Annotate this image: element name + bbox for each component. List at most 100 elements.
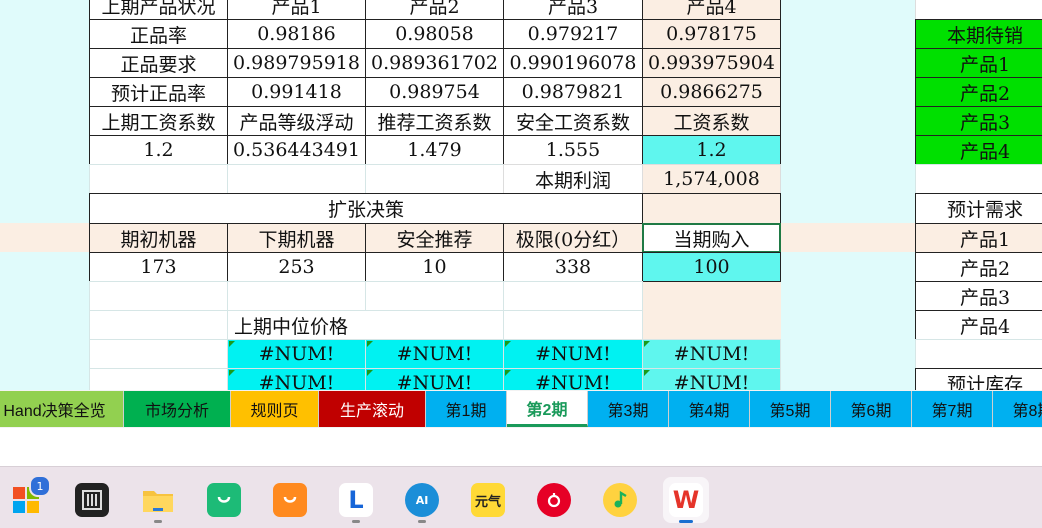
netease-music-button[interactable] [531,477,577,523]
cell-pending-product-2[interactable]: 产品2 [915,77,1042,107]
cell-row4-v2[interactable]: 0.989754 [365,77,504,107]
cell-row4-v4[interactable]: 0.9866275 [642,77,781,107]
game-app-button[interactable] [69,477,115,523]
shopping-bag-button[interactable] [201,477,247,523]
cell-blank[interactable] [227,164,366,194]
taobao-button[interactable] [267,477,313,523]
cell-pending-sales-title[interactable]: 本期待销 [915,19,1042,49]
tab-period-1[interactable]: 第1期 [426,391,507,427]
cell-blank[interactable] [365,281,504,311]
cell-row2-v4[interactable]: 0.978175 [642,19,781,49]
cell-blank[interactable] [89,310,228,340]
cell-num-error[interactable]: #NUM! [642,368,781,390]
tab-period-2[interactable]: 第2期 [507,391,588,427]
cell-row1-p4[interactable]: 产品4 [642,0,781,20]
tab-period-6[interactable]: 第6期 [831,391,912,427]
cell-num-error[interactable]: #NUM! [227,368,366,390]
cell-demand-title[interactable]: 预计需求 [915,193,1042,224]
cell-inventory-title[interactable]: 预计库存 [915,368,1042,390]
cell-next-machines-value[interactable]: 253 [227,252,366,282]
tab-period-7[interactable]: 第7期 [912,391,993,427]
cell-num-error[interactable]: #NUM! [227,339,366,369]
cell-row2-v3[interactable]: 0.979217 [503,19,643,49]
cell-blank[interactable] [227,281,366,311]
tab-hand-overview[interactable]: Hand决策全览 [0,391,124,427]
cell-initial-machines-value[interactable]: 173 [89,252,228,282]
cell-row6-v3[interactable]: 1.555 [503,135,643,165]
cell-initial-machines-label[interactable]: 期初机器 [89,223,228,253]
cell-blank[interactable] [915,339,1042,369]
cell-row3-v4[interactable]: 0.993975904 [642,48,781,78]
edge-ai-button[interactable]: AI [399,477,445,523]
cell-row4-label[interactable]: 预计正品率 [89,77,228,107]
cell-blank[interactable] [89,339,228,369]
cell-profit-label[interactable]: 本期利润 [503,164,643,194]
cell-blank[interactable] [89,281,228,311]
cell-row5-label[interactable]: 上期工资系数 [89,106,228,136]
cell-demand-product-1[interactable]: 产品1 [915,223,1042,253]
file-explorer-button[interactable] [135,477,181,523]
cell-row5-v4[interactable]: 工资系数 [642,106,781,136]
cell-blank[interactable] [365,164,504,194]
tab-period-8[interactable]: 第8期 [993,391,1042,427]
cell-blank[interactable] [915,0,1042,20]
cell-current-purchase-value[interactable]: 100 [642,252,781,282]
tab-period-4[interactable]: 第4期 [669,391,750,427]
cell-safe-recommend-value[interactable]: 10 [365,252,504,282]
cell-next-machines-label[interactable]: 下期机器 [227,223,366,253]
cell-num-error[interactable]: #NUM! [503,368,643,390]
cell-row3-v3[interactable]: 0.990196078 [503,48,643,78]
wps-button[interactable]: W [663,477,709,523]
browser-l-button[interactable]: L [333,477,379,523]
cell-num-error[interactable]: #NUM! [365,368,504,390]
cell-num-error[interactable]: #NUM! [642,339,781,369]
cell-row5-v3[interactable]: 安全工资系数 [503,106,643,136]
cell-current-purchase-label[interactable]: 当期购入 [642,223,781,253]
cell-limit-label[interactable]: 极限(0分红） [503,223,643,253]
cell-pending-product-3[interactable]: 产品3 [915,106,1042,136]
cell-row4-v3[interactable]: 0.9879821 [503,77,643,107]
cell-blank[interactable] [642,193,781,224]
tab-period-3[interactable]: 第3期 [588,391,669,427]
cell-num-error[interactable]: #NUM! [503,339,643,369]
cell-profit-value[interactable]: 1,574,008 [642,164,781,194]
cell-row1-label[interactable]: 上期产品状况 [89,0,228,20]
cell-row1-p3[interactable]: 产品3 [503,0,643,20]
cell-row2-label[interactable]: 正品率 [89,19,228,49]
cell-blank[interactable] [915,164,1042,194]
cell-pending-product-1[interactable]: 产品1 [915,48,1042,78]
cell-row4-v1[interactable]: 0.991418 [227,77,366,107]
cell-row2-v1[interactable]: 0.98186 [227,19,366,49]
cell-row2-v2[interactable]: 0.98058 [365,19,504,49]
cell-demand-product-2[interactable]: 产品2 [915,252,1042,282]
cell-row6-label[interactable]: 1.2 [89,135,228,165]
cell-median-price-label[interactable]: 上期中位价格 [227,310,504,340]
cell-row1-p2[interactable]: 产品2 [365,0,504,20]
start-button[interactable]: 1 [3,475,51,523]
cell-row5-v1[interactable]: 产品等级浮动 [227,106,366,136]
cell-blank[interactable] [89,164,228,194]
cell-row1-p1[interactable]: 产品1 [227,0,366,20]
cell-row5-v2[interactable]: 推荐工资系数 [365,106,504,136]
cell-row6-v4[interactable]: 1.2 [642,135,781,165]
cell-row3-v2[interactable]: 0.989361702 [365,48,504,78]
cell-pending-product-4[interactable]: 产品4 [915,135,1042,165]
cell-row6-v2[interactable]: 1.479 [365,135,504,165]
cell-blank[interactable] [503,281,643,311]
tab-rules[interactable]: 规则页 [231,391,319,427]
cell-blank[interactable] [89,368,228,390]
cell-row6-v1[interactable]: 0.536443491 [227,135,366,165]
tab-production-rolling[interactable]: 生产滚动 [319,391,426,427]
qq-music-button[interactable] [597,477,643,523]
cell-demand-product-4[interactable]: 产品4 [915,310,1042,340]
cell-expansion-title[interactable]: 扩张决策 [89,193,643,224]
cell-blank[interactable] [503,310,643,340]
cell-row3-label[interactable]: 正品要求 [89,48,228,78]
cell-demand-product-3[interactable]: 产品3 [915,281,1042,311]
cell-limit-value[interactable]: 338 [503,252,643,282]
cell-num-error[interactable]: #NUM! [365,339,504,369]
tab-market-analysis[interactable]: 市场分析 [124,391,231,427]
tab-period-5[interactable]: 第5期 [750,391,831,427]
cell-safe-recommend-label[interactable]: 安全推荐 [365,223,504,253]
cell-row3-v1[interactable]: 0.989795918 [227,48,366,78]
